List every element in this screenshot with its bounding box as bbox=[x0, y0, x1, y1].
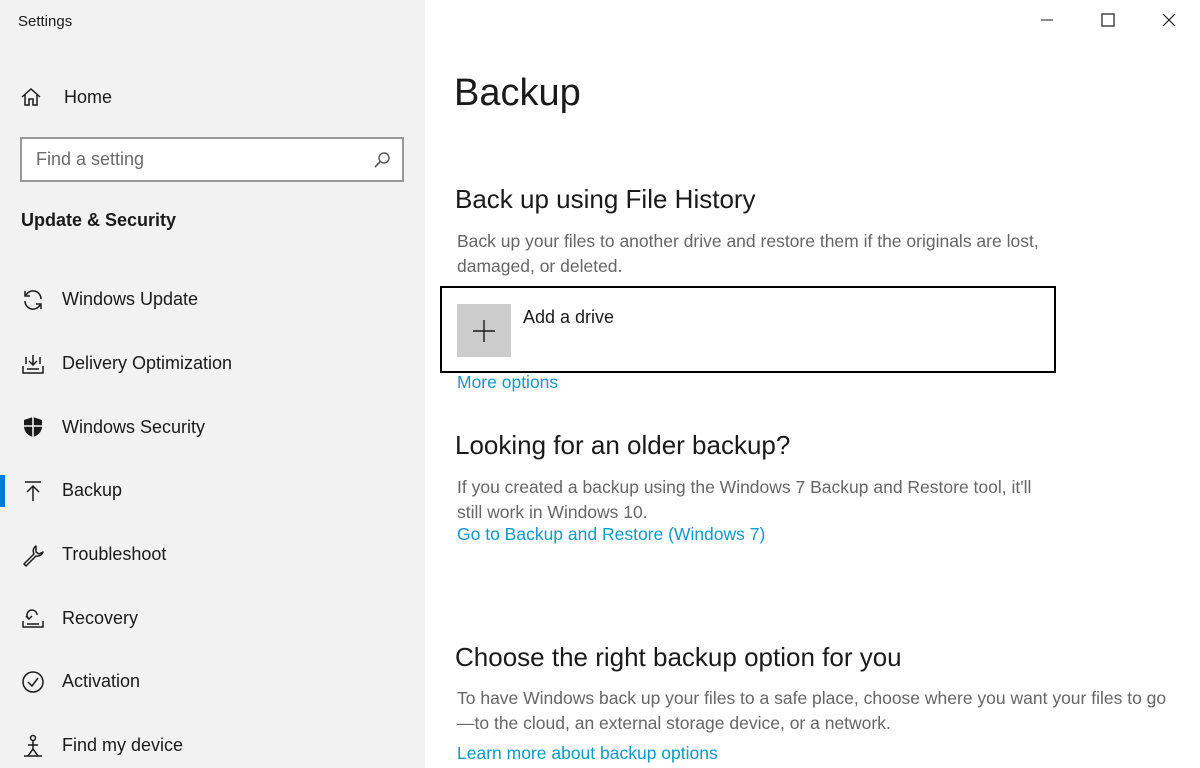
sidebar-item-delivery-optimization[interactable]: Delivery Optimization bbox=[0, 332, 425, 396]
sidebar-item-recovery[interactable]: Recovery bbox=[0, 586, 425, 650]
sidebar-item-label: Troubleshoot bbox=[62, 544, 167, 565]
app-title: Settings bbox=[18, 13, 73, 30]
home-nav-item[interactable]: Home bbox=[0, 72, 425, 122]
choose-option-heading: Choose the right backup option for you bbox=[455, 642, 902, 672]
choose-option-description: To have Windows back up your files to a … bbox=[457, 688, 1167, 733]
sidebar-item-label: Find my device bbox=[62, 735, 184, 756]
search-input[interactable] bbox=[36, 149, 372, 170]
older-backup-description: If you created a backup using the Window… bbox=[457, 477, 1032, 522]
backup-arrow-icon bbox=[20, 478, 46, 504]
sidebar-nav: Windows Update Delivery Optimization Win… bbox=[0, 268, 425, 768]
person-location-icon bbox=[20, 733, 46, 759]
sidebar: Settings Home Update & Security Windows … bbox=[0, 0, 425, 768]
sync-icon bbox=[20, 287, 46, 313]
wrench-icon bbox=[20, 542, 46, 568]
home-icon bbox=[20, 85, 48, 109]
sidebar-item-activation[interactable]: Activation bbox=[0, 650, 425, 714]
sidebar-item-label: Recovery bbox=[62, 607, 139, 628]
backup-restore-windows7-link[interactable]: Go to Backup and Restore (Windows 7) bbox=[457, 524, 765, 545]
section-title: Update & Security bbox=[21, 210, 177, 230]
delivery-optimization-icon bbox=[20, 351, 46, 377]
learn-more-backup-link[interactable]: Learn more about backup options bbox=[457, 743, 718, 764]
add-drive-label: Add a drive bbox=[523, 307, 615, 327]
sidebar-item-backup[interactable]: Backup bbox=[0, 459, 425, 523]
minimize-icon bbox=[1041, 13, 1053, 31]
close-icon bbox=[1162, 13, 1176, 32]
check-circle-icon bbox=[20, 669, 46, 695]
sidebar-item-windows-security[interactable]: Windows Security bbox=[0, 395, 425, 459]
maximize-icon bbox=[1101, 12, 1115, 32]
sidebar-item-label: Backup bbox=[62, 480, 123, 501]
page-title: Backup bbox=[454, 72, 581, 114]
sidebar-item-label: Delivery Optimization bbox=[62, 353, 233, 374]
sidebar-item-windows-update[interactable]: Windows Update bbox=[0, 268, 425, 332]
close-button[interactable] bbox=[1138, 0, 1200, 44]
sidebar-item-label: Windows Security bbox=[62, 416, 206, 437]
older-backup-heading: Looking for an older backup? bbox=[455, 430, 791, 460]
maximize-button[interactable] bbox=[1077, 0, 1139, 44]
shield-icon bbox=[20, 414, 46, 440]
sidebar-item-troubleshoot[interactable]: Troubleshoot bbox=[0, 523, 425, 587]
recovery-icon bbox=[20, 605, 46, 631]
home-label: Home bbox=[64, 86, 113, 107]
file-history-description: Back up your files to another drive and … bbox=[457, 231, 1039, 276]
more-options-link[interactable]: More options bbox=[457, 372, 558, 393]
search-box[interactable] bbox=[20, 137, 404, 182]
sidebar-item-find-my-device[interactable]: Find my device bbox=[0, 714, 425, 768]
sidebar-item-label: Windows Update bbox=[62, 289, 199, 310]
minimize-button[interactable] bbox=[1016, 0, 1078, 44]
search-icon[interactable] bbox=[372, 150, 392, 170]
file-history-heading: Back up using File History bbox=[455, 184, 756, 214]
sidebar-item-label: Activation bbox=[62, 671, 141, 692]
add-drive-button[interactable]: Add a drive bbox=[440, 286, 1056, 373]
plus-icon bbox=[457, 304, 511, 357]
